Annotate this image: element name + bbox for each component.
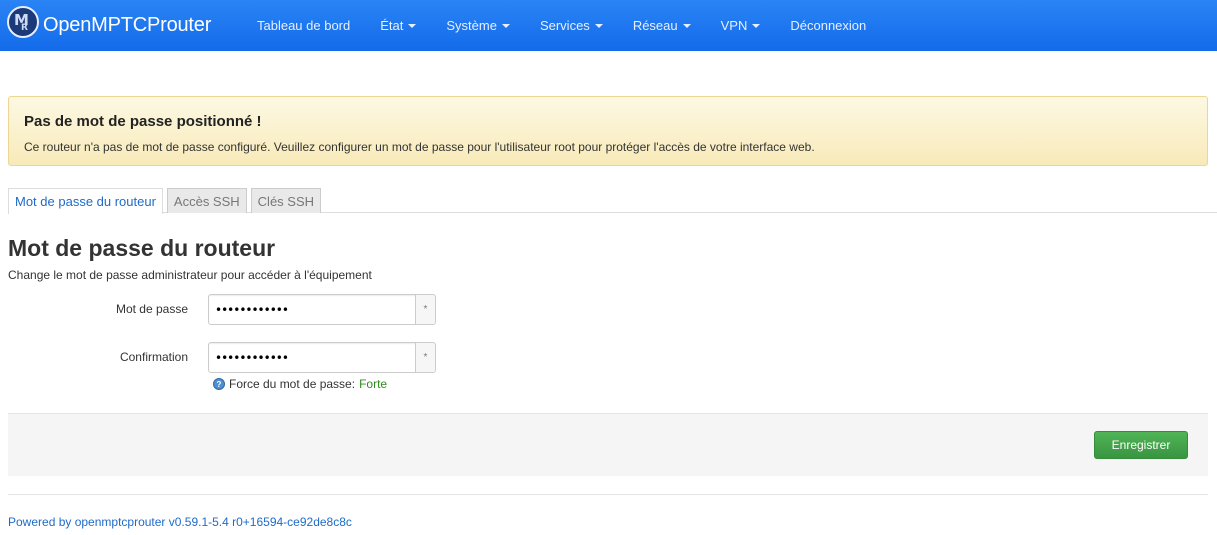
brand-title: OpenMPTCProuter [43,14,212,36]
footer-version-link[interactable]: openmptcprouter v0.59.1-5.4 r0+16594-ce9… [75,515,352,529]
openmptcprouter-logo-icon: M R [7,5,39,38]
nav-item-network[interactable]: Réseau [618,0,706,51]
reveal-confirmation-button[interactable]: * [415,343,435,372]
chevron-down-icon [752,23,761,28]
nav-item-label: Déconnexion [790,18,867,33]
chevron-down-icon [594,23,603,28]
section-description: Change le mot de passe administrateur po… [8,268,372,282]
password-input[interactable] [209,295,415,324]
strength-label: Force du mot de passe: [229,377,356,391]
nav-item-label: Système [446,18,497,33]
nav-item-label: VPN [720,18,748,33]
confirmation-field: * [208,342,436,373]
logo-letter-r: R [21,22,28,33]
password-field: * [208,294,436,325]
password-strength: ? Force du mot de passe: Forte [213,377,387,391]
tab-bar: Mot de passe du routeur Accès SSH Clés S… [8,188,325,214]
tab-ssh-access[interactable]: Accès SSH [166,188,247,213]
form-actions: Enregistrer [8,413,1208,476]
nav-item-dashboard[interactable]: Tableau de bord [242,0,365,51]
help-icon: ? [213,378,225,390]
confirmation-row: Confirmation * [0,342,460,374]
top-navbar: M R OpenMPTCProuter Tableau de bord État… [0,0,1217,51]
save-button[interactable]: Enregistrer [1094,431,1188,459]
confirmation-input[interactable] [209,343,415,372]
nav-item-status[interactable]: État [365,0,431,51]
chevron-down-icon [501,23,510,28]
tab-router-password[interactable]: Mot de passe du routeur [8,188,163,214]
nav-item-services[interactable]: Services [525,0,618,51]
password-row: Mot de passe * [0,294,460,326]
nav-item-system[interactable]: Système [431,0,525,51]
tab-ssh-keys[interactable]: Clés SSH [250,188,322,213]
alert-title: Pas de mot de passe positionné ! [24,113,262,130]
chevron-down-icon [408,23,417,28]
nav-item-label: Réseau [632,18,678,33]
alert-text: Ce routeur n'a pas de mot de passe confi… [24,140,815,154]
no-password-alert: Pas de mot de passe positionné ! Ce rout… [8,96,1208,166]
nav-item-logout[interactable]: Déconnexion [775,0,881,51]
nav-item-vpn[interactable]: VPN [706,0,776,51]
asterisk-icon: * [423,352,428,363]
password-label: Mot de passe [115,302,188,316]
footer-prefix: Powered by [8,515,75,529]
footer-divider [8,494,1208,495]
brand[interactable]: M R OpenMPTCProuter [0,5,242,42]
footer: Powered by openmptcprouter v0.59.1-5.4 r… [8,515,352,529]
nav-item-label: Services [539,18,590,33]
strength-value: Forte [359,377,388,391]
chevron-down-icon [682,23,691,28]
help-glyph: ? [216,379,222,389]
reveal-password-button[interactable]: * [415,295,435,324]
confirmation-label: Confirmation [119,350,188,364]
nav-item-label: Tableau de bord [257,18,351,33]
nav-item-label: État [380,18,404,33]
asterisk-icon: * [423,304,428,315]
main-nav: Tableau de bord État Système Services Ré… [242,0,881,51]
section-title: Mot de passe du routeur [8,235,276,261]
